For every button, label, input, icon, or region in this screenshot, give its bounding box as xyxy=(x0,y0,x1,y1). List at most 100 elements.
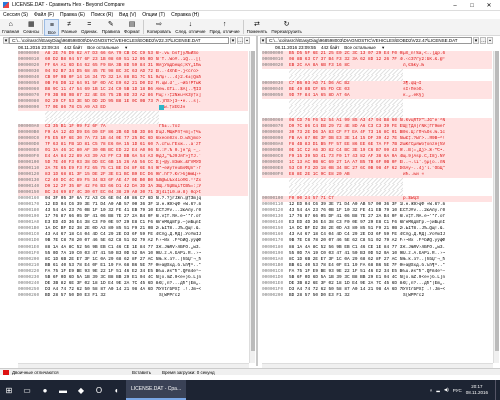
toolbar-reload-button[interactable]: ↻ Перезагрузить xyxy=(269,19,304,36)
left-hex-pane[interactable]: 00000000 A8 2E 76 D9 62 A7 D3 66 6A 79 CB… xyxy=(18,51,248,363)
show-desktop-button[interactable] xyxy=(495,380,498,400)
toolbar-next-diff-button[interactable]: ↓ След. отличие xyxy=(173,19,207,36)
hex-ascii: w.†xЕ©Јн xyxy=(164,105,186,111)
hex-bytes: BD 28 57 50 D0 E3 F1 32 xyxy=(289,292,350,298)
menu-item[interactable]: Правка (E) xyxy=(60,12,85,18)
toolbar-sessions-button[interactable]: ▦ Сеансы xyxy=(21,19,41,36)
toolbar-format-button[interactable]: ▤ Формат xyxy=(122,19,142,36)
home-icon: ⌂ xyxy=(8,21,13,28)
toolbar-label: Перезагрузить xyxy=(271,29,302,34)
taskbar-app-label: LICENSE.DAT - Сра... xyxy=(131,386,182,392)
taskbar-app-license[interactable]: LICENSE.DAT - Сра... xyxy=(126,380,187,400)
status-mode: Вставить xyxy=(132,369,152,375)
toolbar-rules-button[interactable]: ✎ Правила xyxy=(100,19,122,36)
toolbar-separator xyxy=(143,20,144,34)
toolbar-label: Разные xyxy=(61,29,77,34)
left-path-input[interactable]: C:\...\colrasrch\EasyDiag\968598000\DIAG… xyxy=(9,36,229,44)
right-path-input[interactable]: C:\...\colrasrch\EasyDiag\968598003\DIAG… xyxy=(266,36,472,44)
hex-ascii: Ѕ(WPРгс2 xyxy=(403,292,425,298)
hex-row[interactable]: 00000200 BD 28 57 50 D0 E3 F1 32 Ѕ(WPРгс2 xyxy=(262,292,492,299)
menu-item[interactable]: Вид (V) xyxy=(119,12,136,18)
tray-arrow-icon[interactable]: ˄ xyxy=(430,388,433,393)
clock-date: 08.11.2016 xyxy=(465,390,488,395)
status-bar: Двоичные отличаются Вставить Время загру… xyxy=(0,368,500,375)
toolbar-prev-diff-button[interactable]: ↑ Пред. отличие xyxy=(208,19,242,36)
prev-diff-icon: ↑ xyxy=(222,21,227,28)
network-icon[interactable]: ▂ xyxy=(436,387,439,393)
right-info-row: 08.11.2016 23:09:55 442 байт Все остальн… xyxy=(275,44,389,51)
toolbar-swap-button[interactable]: ⇄ Поменять xyxy=(245,19,270,36)
store-icon[interactable]: ◆ xyxy=(72,380,90,400)
left-browse-icon[interactable]: ▾ xyxy=(230,36,236,44)
right-hex-pane[interactable]: 00000000 B5 D5 5F 6E 21 25 E0 2C 3C 13 07… xyxy=(262,51,492,363)
task-view-icon[interactable]: ▭ xyxy=(18,380,36,400)
pane-divider[interactable] xyxy=(256,36,258,366)
status-load: Время загрузки: 0 секунд xyxy=(162,369,215,375)
minimize-icon[interactable]: – xyxy=(448,0,462,11)
menu-item[interactable]: Поиск (R) xyxy=(91,12,113,18)
diffs-icon: ≠ xyxy=(67,21,72,28)
left-save-icon[interactable]: ▪ xyxy=(244,36,250,44)
swap-icon: ⇄ xyxy=(254,21,260,28)
windows-start-icon[interactable]: ⊞ xyxy=(0,380,18,400)
format-icon: ▤ xyxy=(128,21,136,28)
hex-ascii: ќ.„.eЌ§j xyxy=(403,93,425,99)
menu-item[interactable]: Опции (T) xyxy=(142,12,165,18)
diff-status-icon xyxy=(3,369,9,375)
same-icon: = xyxy=(87,21,92,28)
volume-icon[interactable]: ◀) xyxy=(444,387,449,393)
toolbar-all-button[interactable]: ≡ Все xyxy=(44,19,60,36)
toolbar-same-button[interactable]: = Одинак. xyxy=(79,19,100,36)
rules-icon: ✎ xyxy=(107,21,114,28)
menu-item[interactable]: Справка (H) xyxy=(171,12,199,18)
opera-icon[interactable]: O xyxy=(90,380,108,400)
language-indicator[interactable]: РУС xyxy=(453,388,462,393)
right-browse-icon[interactable]: ▾ xyxy=(473,36,479,44)
hex-offset: 00000200 xyxy=(262,292,284,298)
menu-item[interactable]: Файл (F) xyxy=(34,12,54,18)
browser-icon[interactable]: ● xyxy=(36,380,54,400)
maximize-icon[interactable]: □ xyxy=(465,0,479,11)
reload-icon: ↻ xyxy=(283,21,290,28)
hex-ascii: л,ЄЉkу.Њ xyxy=(403,63,425,69)
toolbar-label: Правила xyxy=(101,29,120,34)
right-file-size: 442 байт xyxy=(320,45,340,50)
right-save-icon[interactable]: ▪ xyxy=(487,36,493,44)
title-bar: LICENSE.DAT - Сравнить Hex - Beyond Comp… xyxy=(0,0,500,11)
right-folder-icon[interactable]: … xyxy=(480,36,486,44)
left-path-row: ▾ C:\...\colrasrch\EasyDiag\968598000\DI… xyxy=(2,36,255,44)
toolbar-label: Формат xyxy=(124,29,140,34)
toolbar-label: Копировать xyxy=(147,29,172,34)
toolbar-home-button[interactable]: ⌂ Главная xyxy=(0,19,21,36)
left-file-date: 08.11.2016 23:09:34 xyxy=(18,45,59,50)
toolbar-label: Главная xyxy=(2,29,20,34)
menu-bar: Сессия (S) Файл (F) Правка (E) Поиск (R) Вид… xyxy=(0,11,500,19)
system-tray: ˄ ▂ ◀) РУС 20:17 08.11.2016 xyxy=(430,380,488,400)
toolbar-label: Одинак. xyxy=(80,29,98,34)
left-folder-icon[interactable]: … xyxy=(237,36,243,44)
toolbar-diffs-button[interactable]: ≠ Разные xyxy=(59,19,79,36)
app-icon[interactable]: ◐ xyxy=(108,380,126,400)
all-icon: ≡ xyxy=(49,22,54,29)
toolbar-label: Поменять xyxy=(246,29,268,34)
hex-ascii: иЋ..њи « xyxy=(403,171,425,177)
close-icon[interactable]: ✕ xyxy=(482,0,496,11)
hex-row[interactable]: 00000260 BD 28 57 50 D0 E3 F1 32 Ѕ(WPРгс2 xyxy=(18,292,248,299)
menu-item[interactable]: Сессия (S) xyxy=(3,12,28,18)
clock[interactable]: 20:17 08.11.2016 xyxy=(466,384,488,396)
toolbar-separator xyxy=(242,20,244,34)
explorer-icon[interactable]: ▬ xyxy=(54,380,72,400)
next-diff-icon: ↓ xyxy=(188,21,193,28)
sessions-icon: ▦ xyxy=(27,21,35,28)
left-info-row: 08.11.2016 23:09:34 442 байт Все остальн… xyxy=(18,44,132,51)
beyond-compare-icon xyxy=(3,2,9,8)
toolbar-copy-button[interactable]: ⇨ Копировать xyxy=(145,19,173,36)
right-scrollbar[interactable] xyxy=(493,51,499,363)
status-diff: Двоичные отличаются xyxy=(12,369,59,375)
toolbar-separator xyxy=(42,20,44,34)
left-scrollbar[interactable] xyxy=(249,51,255,363)
right-file-date: 08.11.2016 23:09:55 xyxy=(275,45,316,50)
right-mode-select[interactable]: Все остальные ▾ xyxy=(344,45,384,51)
window-title: LICENSE.DAT - Сравнить Hex - Beyond Comp… xyxy=(12,2,125,8)
left-mode-select[interactable]: Все остальные ▾ xyxy=(87,45,127,51)
